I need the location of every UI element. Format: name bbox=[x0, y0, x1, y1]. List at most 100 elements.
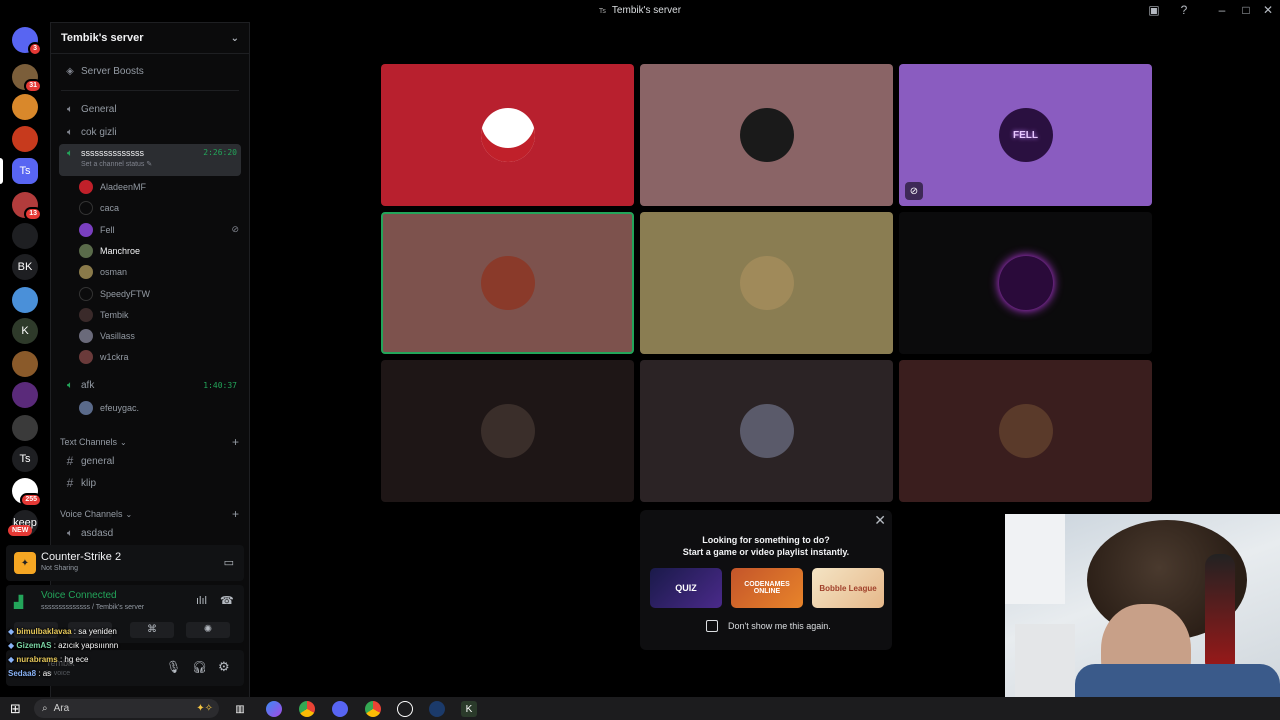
server-icon-server-3[interactable] bbox=[12, 94, 38, 120]
tile-tembik[interactable] bbox=[381, 360, 634, 502]
voice-status: Voice Connected bbox=[41, 590, 117, 601]
kick-icon[interactable]: K bbox=[461, 701, 477, 717]
channel-status-hint[interactable]: Set a channel status ✎ bbox=[81, 160, 241, 168]
channel-klip[interactable]: # klip bbox=[59, 473, 241, 493]
pencil-icon: ✎ bbox=[146, 161, 153, 168]
channel-label: asdasd bbox=[81, 527, 114, 539]
copilot-icon[interactable] bbox=[266, 701, 282, 717]
help-icon[interactable]: ? bbox=[1176, 3, 1192, 17]
windows-start-icon[interactable]: ⊞ bbox=[10, 701, 21, 717]
channel-afk[interactable]: 🔈︎ afk 1:40:37 bbox=[59, 375, 241, 395]
member-caca[interactable]: caca bbox=[79, 199, 239, 217]
channel-label: klip bbox=[81, 477, 97, 489]
tile-vasillass[interactable] bbox=[640, 360, 893, 502]
member-speedyftw[interactable]: SpeedyFTW bbox=[79, 285, 239, 303]
server-icon-server-12[interactable] bbox=[12, 382, 38, 408]
copilot-sparkle-icon: ✦✧ bbox=[196, 703, 213, 714]
chat-message: ◆ nurabrams : hg ece bbox=[8, 655, 89, 664]
server-icon-server-11[interactable] bbox=[12, 351, 38, 377]
category-voice-channels[interactable]: Voice Channels ⌄ + bbox=[60, 507, 239, 521]
game-name: Counter-Strike 2 bbox=[41, 551, 122, 563]
tile-osman[interactable] bbox=[640, 212, 893, 354]
bobble-league-card[interactable]: Bobble League bbox=[812, 568, 884, 608]
participant-avatar bbox=[480, 256, 535, 310]
maximize-button[interactable]: □ bbox=[1238, 3, 1254, 17]
avatar bbox=[79, 265, 93, 280]
channel-asdasd[interactable]: 🔈︎ asdasd bbox=[59, 523, 241, 543]
search-placeholder: Ara bbox=[53, 703, 70, 714]
obs-icon[interactable] bbox=[397, 701, 413, 717]
game-status: Not Sharing bbox=[41, 565, 78, 572]
channel-active-voice[interactable]: 🔈︎ ssssssssssssss 2:26:20 Set a channel … bbox=[59, 144, 241, 176]
tile-manchroe[interactable] bbox=[381, 212, 634, 354]
stream-chat-overlay: ◆ bimulbaklavaa : sa yeniden ◆ GizemAS : … bbox=[8, 625, 248, 681]
add-channel-icon[interactable]: + bbox=[232, 507, 239, 521]
member-fell[interactable]: Fell ⊘ bbox=[79, 221, 239, 239]
server-name: Tembik's server bbox=[61, 32, 144, 44]
server-icon-server-7[interactable] bbox=[12, 223, 38, 249]
member-w1ckra[interactable]: w1ckra bbox=[79, 348, 239, 366]
server-icon-server-13[interactable] bbox=[12, 415, 38, 441]
inbox-icon[interactable]: ▣ bbox=[1146, 3, 1162, 17]
notification-badge: 31 bbox=[24, 79, 42, 93]
category-text-channels[interactable]: Text Channels ⌄ + bbox=[60, 435, 239, 449]
chat-text: sa yeniden bbox=[78, 627, 117, 636]
server-icon-server-2[interactable]: 31 bbox=[12, 64, 42, 93]
chat-text: as bbox=[42, 669, 52, 678]
chat-username: bimulbaklavaa bbox=[16, 627, 72, 636]
taskbar-search[interactable]: ⌕ Ara ✦✧ bbox=[34, 699, 219, 718]
quiz-planet-card[interactable]: QUIZ bbox=[650, 568, 722, 608]
channel-general-text[interactable]: # general bbox=[59, 451, 241, 471]
tile-caca[interactable] bbox=[640, 64, 893, 206]
chat-message: ◆ GizemAS : azıcık yapsııınnn bbox=[8, 641, 119, 650]
server-icon-discord-home[interactable]: 3 bbox=[12, 27, 42, 56]
server-icon-server-9[interactable] bbox=[12, 287, 38, 313]
chat-text: azıcık yapsııınnn bbox=[58, 641, 119, 650]
server-icon-server-k[interactable]: K bbox=[12, 318, 38, 344]
channel-cok-gizli[interactable]: 🔈︎ cok gizli bbox=[59, 122, 241, 142]
add-channel-icon[interactable]: + bbox=[232, 435, 239, 449]
member-manchroe[interactable]: Manchroe bbox=[79, 242, 239, 260]
member-vasillass[interactable]: Vasillass bbox=[79, 327, 239, 345]
server-icon-server-4[interactable] bbox=[12, 126, 38, 152]
tile-speedy[interactable] bbox=[899, 212, 1152, 354]
server-icon-server-ts[interactable]: Ts bbox=[12, 158, 38, 184]
avatar bbox=[79, 222, 93, 237]
chrome-icon[interactable] bbox=[299, 701, 315, 717]
server-icon-server-6[interactable]: 13 bbox=[12, 192, 42, 221]
tile-w1ckra[interactable] bbox=[899, 360, 1152, 502]
close-window-button[interactable]: ✕ bbox=[1260, 3, 1276, 17]
channel-timer: 2:26:20 bbox=[203, 148, 237, 157]
server-icon-server-15[interactable]: 255 bbox=[12, 478, 42, 507]
member-tembik[interactable]: Tembik bbox=[79, 306, 239, 324]
noise-suppression-icon[interactable]: ılıl bbox=[196, 595, 207, 607]
close-icon[interactable]: ✕ bbox=[874, 512, 886, 529]
server-header[interactable]: Tembik's server ⌄ bbox=[51, 23, 249, 54]
popup-line2: Start a game or video playlist instantly… bbox=[682, 547, 850, 557]
task-view-icon[interactable]: ▥ bbox=[232, 701, 248, 717]
dont-show-checkbox[interactable] bbox=[706, 620, 718, 632]
webcam-window bbox=[1005, 514, 1065, 604]
member-aladeenmf[interactable]: AladeenMF bbox=[79, 178, 239, 196]
tile-fell[interactable]: FELL ⊘ bbox=[899, 64, 1152, 206]
server-icon-server-ts2[interactable]: Ts bbox=[12, 446, 38, 472]
participant-avatar: FELL bbox=[998, 108, 1053, 162]
channel-general-voice[interactable]: 🔈︎ General bbox=[59, 99, 241, 119]
game-activity-panel: ✦ Counter-Strike 2 Not Sharing ▭ bbox=[6, 545, 244, 581]
voice-location[interactable]: ssssssssssssss / Tembik's server bbox=[41, 604, 144, 611]
server-icon-server-bk[interactable]: BK bbox=[12, 254, 38, 280]
participant-avatar bbox=[480, 404, 535, 458]
server-boosts[interactable]: ◈ Server Boosts bbox=[59, 61, 241, 81]
steam-icon[interactable] bbox=[429, 701, 445, 717]
tile-aladeen[interactable] bbox=[381, 64, 634, 206]
channel-label: ssssssssssssss bbox=[81, 148, 144, 158]
codenames-card[interactable]: CODENAMES ONLINE bbox=[731, 568, 803, 608]
discord-taskbar-icon[interactable] bbox=[332, 701, 348, 717]
screen-share-icon[interactable]: ▭ bbox=[224, 556, 234, 569]
dont-show-option[interactable]: Don't show me this again. bbox=[706, 620, 831, 632]
member-osman[interactable]: osman bbox=[79, 263, 239, 281]
disconnect-icon[interactable]: ☎ bbox=[220, 594, 234, 607]
member-efeuygac[interactable]: efeuygac. bbox=[79, 399, 239, 417]
minimize-button[interactable]: – bbox=[1214, 3, 1230, 17]
chrome-profile-icon[interactable] bbox=[365, 701, 381, 717]
